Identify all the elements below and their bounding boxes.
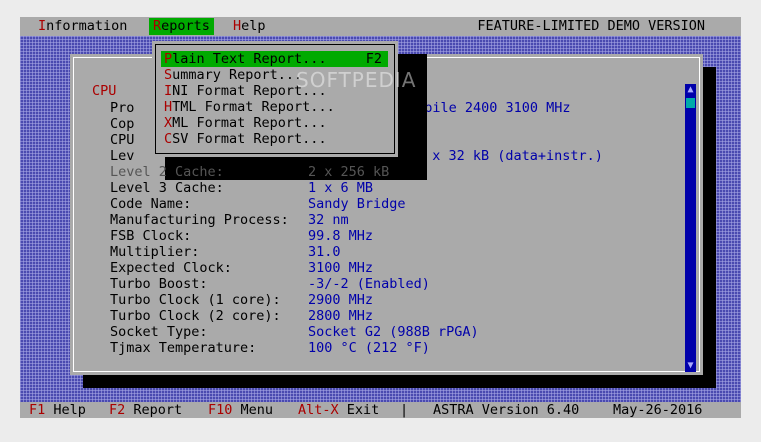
cpu-field-label: Turbo Clock (2 core): [110, 308, 281, 324]
cpu-field-label: Pro [110, 100, 135, 116]
date-label: May-26-2016 [613, 402, 703, 418]
cpu-field-value: 2 x 32 kB (data+instr.) [416, 148, 603, 164]
cpu-field-label: Tjmax Temperature: [110, 340, 257, 356]
cpu-field-value: 2800 MHz [308, 308, 374, 324]
status-separator: | [400, 402, 409, 418]
cpu-field-label: Level 2 Cache: [110, 164, 224, 180]
cpu-field-label: Manufacturing Process: [110, 212, 289, 228]
status-f2-report[interactable]: F2 Report [109, 402, 182, 418]
vertical-scrollbar[interactable]: ▲ ▼ [685, 84, 696, 372]
cpu-field-label: FSB Clock: [110, 228, 192, 244]
demo-version-label: FEATURE-LIMITED DEMO VERSION [477, 18, 705, 34]
menu-item-label: TML Format Report... [172, 99, 335, 115]
cpu-section-title: CPU [92, 83, 117, 99]
cpu-field-value: 100 °C (212 °F) [308, 340, 430, 356]
cpu-field-value: 3100 MHz [308, 260, 374, 276]
menu-help[interactable]: Help [229, 18, 270, 35]
dos-screen: Information Reports Help FEATURE-LIMITED… [20, 17, 741, 418]
cpu-field-value: 1 x 6 MB [308, 180, 374, 196]
cpu-field-label: Cop [110, 116, 135, 132]
menu-item-label: lain Text Report... [172, 51, 327, 67]
menu-reports[interactable]: Reports [149, 18, 214, 35]
cpu-field-label: Code Name: [110, 196, 192, 212]
cpu-field-value: 31.0 [308, 244, 341, 260]
menu-item-shortcut: F2 [365, 51, 382, 67]
reports-dropdown-menu: Plain Text Report... F2 Summary Report... I… [152, 41, 398, 157]
menu-item-label: ummary Report... [172, 67, 303, 83]
menu-item-hotkey: P [164, 51, 173, 67]
cpu-field-value: 2 x 256 kB [308, 164, 390, 180]
cpu-field-value: Socket G2 (988B rPGA) [308, 324, 479, 340]
status-f1-help[interactable]: F1 Help [29, 402, 86, 418]
cpu-field-label: CPU [110, 132, 135, 148]
scroll-up-arrow-icon[interactable]: ▲ [685, 84, 696, 96]
cpu-field-value: 99.8 MHz [308, 228, 374, 244]
scroll-down-arrow-icon[interactable]: ▼ [685, 360, 696, 372]
cpu-field-label: Socket Type: [110, 324, 208, 340]
cpu-field-value: 32 nm [308, 212, 349, 228]
status-altx-exit[interactable]: Alt-X Exit [298, 402, 379, 418]
cpu-field-label: Level 3 Cache: [110, 180, 224, 196]
status-bar: F1 Help F2 Report F10 Menu Alt-X Exit | … [20, 402, 741, 418]
softpedia-watermark: SOFTPEDIA [296, 68, 417, 92]
scrollbar-thumb[interactable] [686, 98, 695, 108]
menu-item-hotkey: I [164, 83, 173, 99]
cpu-field-value: Sandy Bridge [308, 196, 406, 212]
menu-information[interactable]: Information [34, 18, 131, 35]
reports-menu-item[interactable]: CSV Format Report... [161, 131, 388, 147]
reports-menu-item[interactable]: XML Format Report... [161, 115, 388, 131]
menu-item-hotkey: H [164, 99, 173, 115]
reports-menu-item[interactable]: HTML Format Report... [161, 99, 388, 115]
menu-item-hotkey: S [164, 67, 173, 83]
reports-menu-item[interactable]: Plain Text Report... F2 [161, 51, 388, 67]
cpu-field-label: Expected Clock: [110, 260, 232, 276]
cpu-field-label: Turbo Boost: [110, 276, 208, 292]
cpu-field-value: Mobile 2400 3100 MHz [408, 100, 571, 116]
menu-item-label: ML Format Report... [172, 115, 327, 131]
version-label: ASTRA Version 6.40 [433, 402, 580, 418]
cpu-field-value: 2900 MHz [308, 292, 374, 308]
cpu-field-label: Multiplier: [110, 244, 200, 260]
cpu-field-value: -3/-2 (Enabled) [308, 276, 430, 292]
menu-item-label: SV Format Report... [172, 131, 327, 147]
cpu-field-label: Turbo Clock (1 core): [110, 292, 281, 308]
menu-item-hotkey: C [164, 131, 173, 147]
status-f10-menu[interactable]: F10 Menu [208, 402, 273, 418]
cpu-field-label: Lev [110, 148, 135, 164]
menu-item-hotkey: X [164, 115, 173, 131]
menu-bar: Information Reports Help FEATURE-LIMITED… [20, 17, 741, 36]
